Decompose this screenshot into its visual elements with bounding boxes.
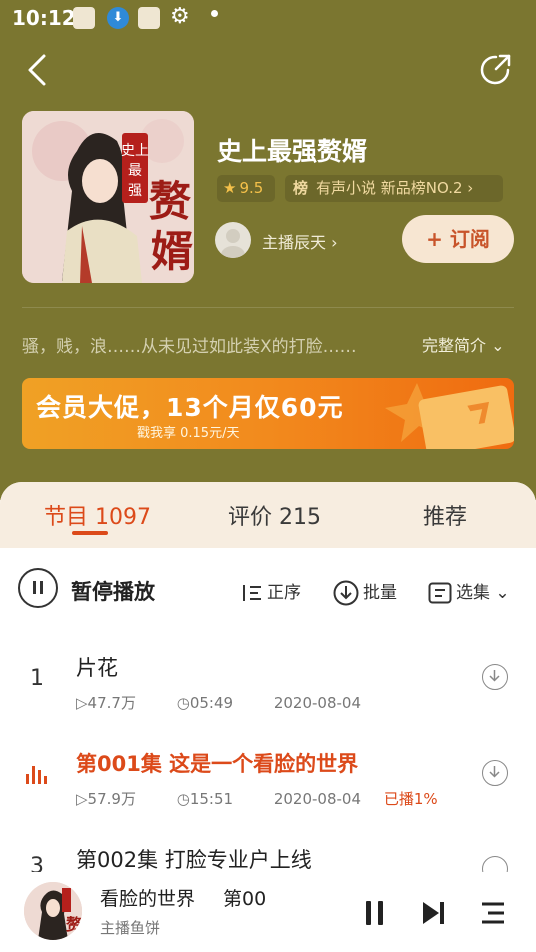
download-button[interactable]	[482, 664, 508, 690]
cover-text: 史上	[121, 143, 149, 159]
episode-number: 1	[30, 666, 44, 691]
rank-text: 有声小说 新品榜NO.2	[316, 179, 463, 197]
chevron-right-icon: ›	[467, 179, 474, 197]
play-count: ▷47.7万	[76, 694, 136, 712]
download-icon	[489, 766, 500, 778]
select-label: 选集	[456, 583, 490, 603]
gear-icon: ⚙	[170, 4, 190, 29]
avatar-icon	[221, 229, 245, 258]
played-progress: 已播1%	[383, 790, 438, 808]
rank-label: 榜	[293, 179, 309, 197]
notification-icon	[138, 7, 160, 29]
host-avatar[interactable]	[215, 222, 251, 258]
skip-next-icon	[423, 902, 444, 924]
player-host: 主播鱼饼	[100, 919, 161, 937]
list-icon	[428, 582, 452, 604]
chevron-left-icon	[28, 54, 46, 86]
batch-label: 批量	[363, 583, 397, 603]
episode-row[interactable]: 第001集 这是一个看脸的世界 ▷57.9万 ◷15:51 2020-08-04…	[0, 728, 536, 824]
tab-indicator	[72, 531, 108, 535]
duration: ◷15:51	[176, 790, 234, 808]
banner-subtitle: 戳我享 0.15元/天	[137, 426, 240, 441]
subscribe-button[interactable]: + 订阅	[402, 215, 514, 263]
tab-bar: 节目 1097 评价 215 推荐	[0, 482, 536, 548]
chevron-down-icon: ⌄	[495, 583, 510, 603]
sort-label: 正序	[267, 583, 301, 603]
book-title: 史上最强赘婿	[217, 137, 368, 166]
player-cover[interactable]: 赘	[24, 882, 82, 940]
cover-text: 赘	[149, 177, 191, 226]
player-title: 看脸的世界 第00	[100, 888, 267, 910]
playlist-button[interactable]	[480, 900, 508, 930]
pause-icon	[33, 581, 36, 594]
notification-icon	[73, 7, 95, 29]
download-button[interactable]	[482, 760, 508, 786]
tab-count: 1097	[95, 505, 152, 530]
playlist-icon	[482, 902, 504, 924]
episode-title: 第002集 打脸专业户上线	[76, 848, 312, 872]
book-intro: 骚，贱，浪……从未见过如此装X的打脸……	[22, 337, 357, 357]
episode-meta: ▷47.7万 ◷05:49 2020-08-04	[76, 692, 379, 713]
playing-equalizer-icon	[26, 764, 48, 784]
chevron-right-icon: ›	[331, 233, 338, 252]
duration: ◷05:49	[176, 694, 234, 712]
host-link[interactable]: 主播辰天 ›	[262, 229, 338, 253]
batch-download-button[interactable]: 批量	[333, 578, 397, 606]
dot-icon	[211, 10, 218, 17]
play-status-label[interactable]: 暂停播放	[71, 576, 155, 606]
episode-title: 第001集 这是一个看脸的世界	[76, 752, 359, 776]
episode-title: 片花	[76, 656, 118, 680]
full-intro-toggle[interactable]: 完整简介 ⌄	[422, 332, 505, 356]
divider	[22, 307, 514, 308]
cover-text: 赘	[65, 915, 82, 934]
full-intro-label: 完整简介	[422, 336, 487, 355]
rating-badge: ★ 9.5	[217, 175, 275, 202]
share-icon	[480, 54, 511, 85]
cover-text: 婿	[151, 227, 193, 276]
tab-recommend[interactable]: 推荐	[423, 499, 467, 531]
download-status-icon: ⬇	[107, 7, 129, 29]
pause-button[interactable]	[363, 900, 387, 930]
tab-label: 评价	[228, 505, 273, 530]
cover-illustration: 赘	[24, 882, 82, 940]
publish-date: 2020-08-04	[273, 694, 362, 712]
share-button[interactable]	[478, 52, 514, 88]
pause-icon	[40, 581, 43, 594]
rating-value: 9.5	[239, 179, 264, 197]
vip-promo-banner[interactable]: 会员大促，13个月仅60元 戳我享 0.15元/天	[22, 378, 514, 449]
status-bar: 10:12 ⬇ ⚙	[0, 0, 536, 38]
host-name-label: 主播辰天	[262, 233, 327, 252]
pause-icon	[366, 901, 383, 925]
tab-episodes[interactable]: 节目 1097	[44, 499, 151, 531]
status-time: 10:12	[12, 6, 76, 30]
cover-text: 强	[128, 183, 142, 199]
episode-row[interactable]: 1 片花 ▷47.7万 ◷05:49 2020-08-04	[0, 632, 536, 728]
next-track-button[interactable]	[421, 900, 447, 930]
sort-icon	[243, 585, 261, 601]
chevron-down-icon: ⌄	[491, 336, 505, 355]
pause-all-button[interactable]	[18, 568, 58, 608]
download-icon	[333, 580, 359, 606]
play-count: ▷57.9万	[76, 790, 136, 808]
cover-text: 最	[128, 163, 142, 179]
tab-label: 节目	[44, 505, 89, 530]
episode-meta: ▷57.9万 ◷15:51 2020-08-04 已播1%	[76, 788, 456, 809]
mini-player[interactable]: 赘 看脸的世界 第00 主播鱼饼	[0, 872, 536, 952]
star-icon: ★	[223, 179, 237, 197]
select-episodes-button[interactable]: 选集 ⌄	[428, 578, 510, 604]
tab-count: 215	[279, 505, 322, 530]
download-icon	[489, 670, 500, 682]
cover-illustration: 史上 最 强 赘 婿	[22, 111, 194, 283]
tab-reviews[interactable]: 评价 215	[228, 499, 321, 531]
back-button[interactable]	[22, 52, 54, 88]
book-cover[interactable]: 史上 最 强 赘 婿	[22, 111, 194, 283]
rank-badge[interactable]: 榜有声小说 新品榜NO.2 ›	[285, 175, 503, 202]
sort-order-button[interactable]: 正序	[241, 578, 301, 603]
publish-date: 2020-08-04	[273, 790, 362, 808]
tab-label: 推荐	[423, 505, 468, 530]
banner-title: 会员大促，13个月仅60元	[36, 393, 344, 422]
